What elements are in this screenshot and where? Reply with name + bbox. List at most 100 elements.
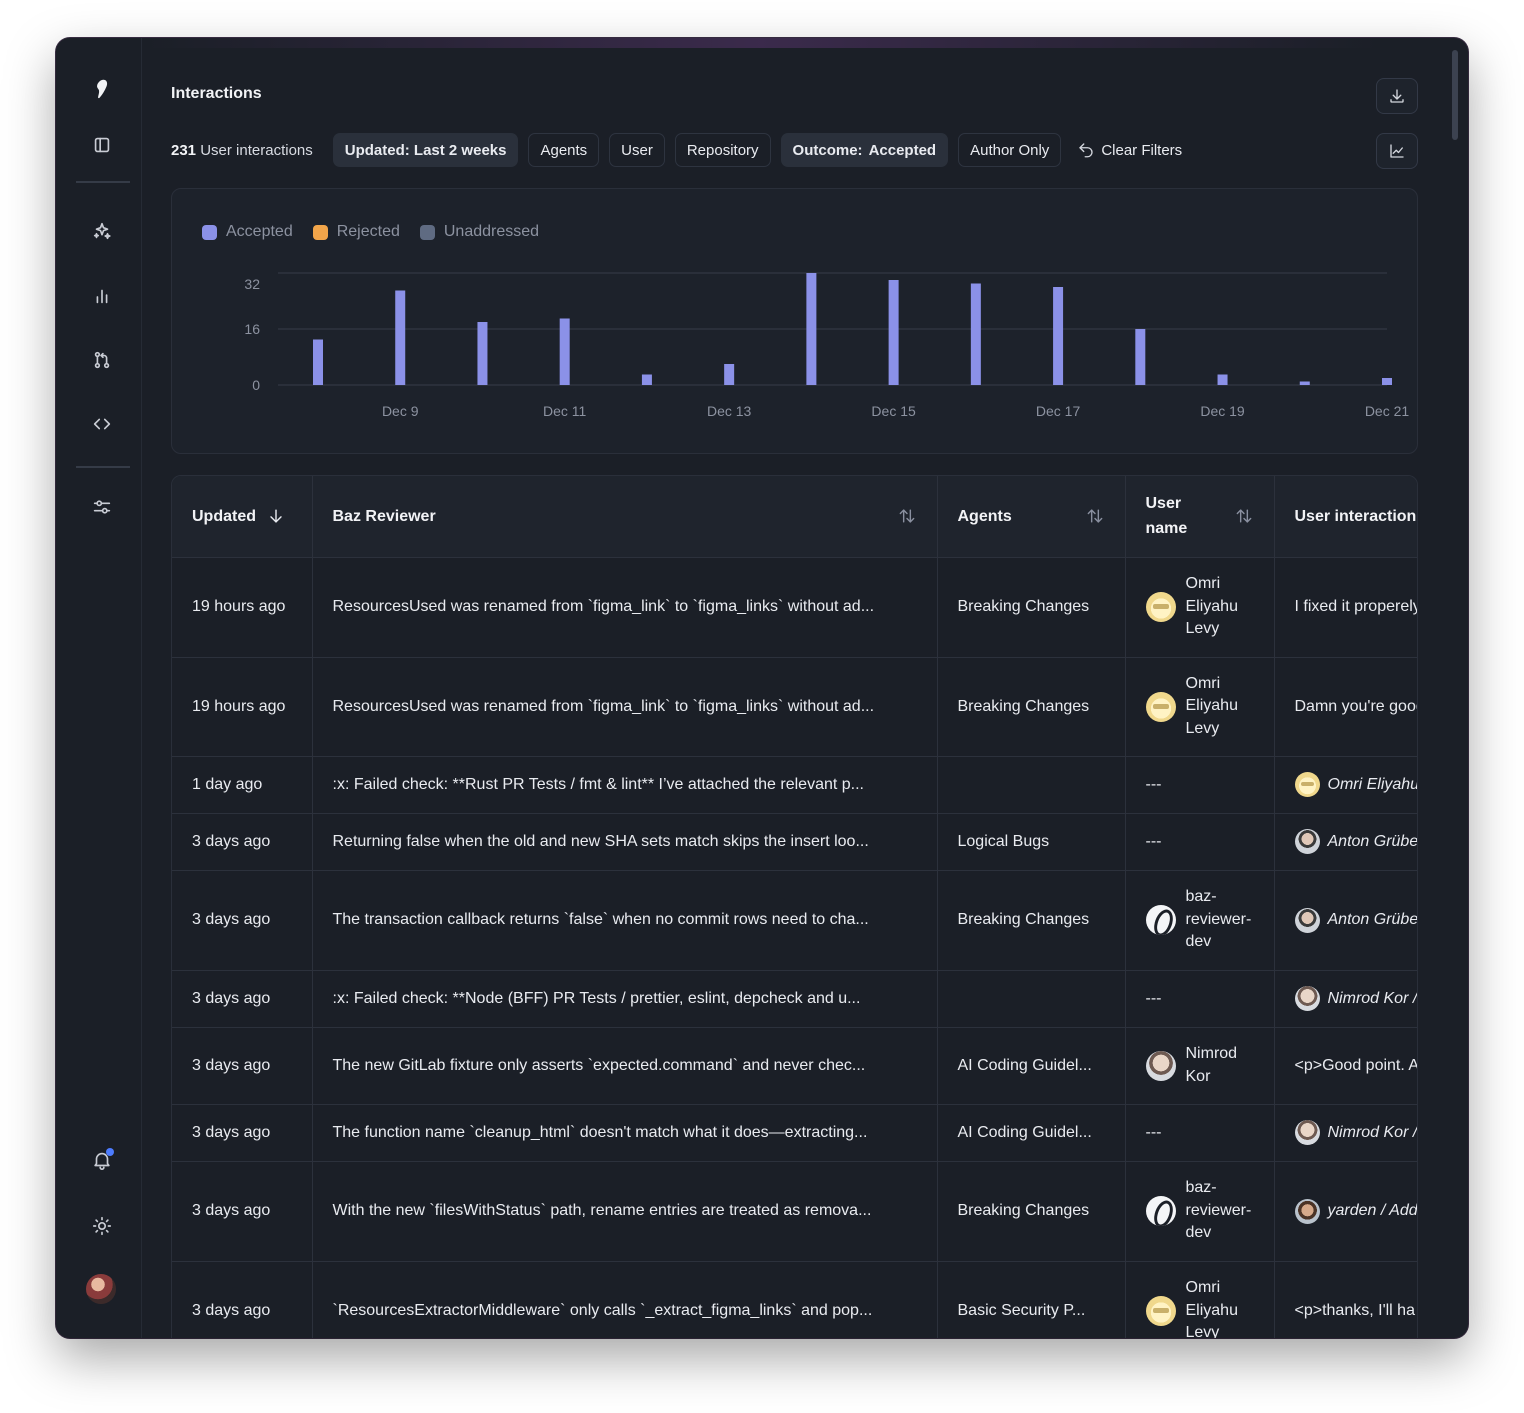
cell-user-name: baz-reviewer-dev [1125, 1161, 1275, 1262]
pull-request-icon[interactable] [84, 342, 120, 378]
cell-user-interaction[interactable]: I fixed it properely [1274, 557, 1417, 658]
download-button[interactable] [1376, 78, 1418, 114]
avatar [1145, 1296, 1176, 1326]
scrollbar[interactable] [1452, 50, 1458, 140]
bar-dec-10[interactable] [477, 322, 488, 385]
cell-agent: AI Coding Guidel... [937, 1027, 1126, 1105]
cell-updated: 1 day ago [172, 756, 313, 814]
cell-agent: Breaking Changes [937, 870, 1126, 971]
cell-agent [937, 756, 1126, 814]
bar-dec-16[interactable] [970, 283, 981, 386]
bar-dec-14[interactable] [806, 273, 817, 385]
cell-reviewer-comment[interactable]: :x: Failed check: **Node (BFF) PR Tests … [312, 970, 938, 1028]
cell-user-interaction[interactable]: yarden / Add [1274, 1161, 1417, 1262]
bar-dec-21[interactable] [1382, 378, 1392, 385]
updated-filter-chip[interactable]: Updated: Last 2 weeks [332, 133, 519, 167]
table-row[interactable]: 3 days ago The function name `cleanup_htm… [172, 1104, 1417, 1162]
interaction-author: Omri Eliyahu [1294, 772, 1418, 797]
x-tick-label: Dec 13 [707, 403, 752, 419]
cell-user-name: Omri Eliyahu Levy [1125, 557, 1275, 658]
y-tick-label: 0 [252, 377, 260, 393]
cell-user-interaction[interactable]: Damn you're good [1274, 657, 1417, 757]
bar-dec-17[interactable] [1053, 287, 1064, 385]
logo-icon[interactable] [84, 71, 120, 107]
table-row[interactable]: 3 days ago:x: Failed check: **Node (BFF)… [172, 970, 1418, 1028]
clear-filters-button[interactable]: Clear Filters [1071, 141, 1188, 159]
user-avatar[interactable] [86, 1274, 116, 1304]
column-header-user-name[interactable]: User name [1125, 476, 1275, 558]
column-header-label: Baz Reviewer [332, 507, 436, 525]
bar-dec-19[interactable] [1217, 374, 1228, 386]
column-header-updated[interactable]: Updated [172, 476, 313, 558]
bar-chart-icon[interactable] [84, 278, 120, 314]
outcome-filter-value: Accepted [868, 141, 937, 159]
table-row[interactable]: 19 hours ago ResourcesUsed was renamed fr… [172, 657, 1417, 757]
bar-dec-18[interactable] [1135, 329, 1146, 385]
cell-reviewer-comment[interactable]: Returning false when the old and new SHA… [312, 813, 938, 871]
table-row[interactable]: 3 days ago `ResourcesExtractorMiddleware`… [172, 1261, 1417, 1338]
download-icon [1390, 89, 1404, 103]
outcome-filter-chip[interactable]: Outcome: Accepted [780, 133, 949, 167]
bar-dec-9[interactable] [395, 290, 406, 386]
cell-user-interaction[interactable]: Nimrod Kor / [1274, 970, 1418, 1028]
cell-reviewer-comment[interactable]: The transaction callback returns `false`… [312, 870, 938, 971]
chart-toggle-button[interactable] [1376, 133, 1418, 169]
cell-agent: Basic Security P... [937, 1261, 1126, 1338]
column-header-baz-reviewer[interactable]: Baz Reviewer [312, 476, 938, 558]
bar-dec-15[interactable] [888, 280, 899, 385]
interaction-author-text: Nimrod Kor / [1327, 989, 1418, 1007]
bar-dec-13[interactable] [724, 364, 735, 385]
cell-user-interaction[interactable]: Omri Eliyahu [1274, 756, 1418, 814]
table-row[interactable]: 3 days ago Returning false when the old a… [172, 813, 1417, 871]
cell-user-interaction[interactable]: <p>thanks, I'll ha [1274, 1261, 1417, 1338]
cell-reviewer-comment[interactable]: :x: Failed check: **Rust PR Tests / fmt … [312, 756, 938, 814]
y-tick-label: 16 [244, 321, 260, 337]
bar-dec-11[interactable] [559, 318, 570, 386]
user-filter-chip[interactable]: User [609, 133, 665, 167]
avatar [1145, 1196, 1176, 1226]
cell-agent: Breaking Changes [937, 557, 1126, 658]
cell-reviewer-comment[interactable]: The function name `cleanup_html` doesn't… [312, 1104, 938, 1162]
table-row[interactable]: 19 hours ago ResourcesUsed was renamed fr… [172, 557, 1417, 658]
cell-user-name: baz-reviewer-dev [1125, 870, 1275, 971]
avatar [1294, 1198, 1320, 1224]
table-row[interactable]: 3 days ago The transaction callback retur… [172, 870, 1417, 971]
main-content: Interactions 231 User interactions Updat… [171, 38, 1418, 1338]
column-header-user-interaction[interactable]: User interaction [1274, 476, 1417, 558]
author-only-chip[interactable]: Author Only [958, 133, 1062, 167]
cell-reviewer-comment[interactable]: ResourcesUsed was renamed from `figma_li… [312, 657, 938, 757]
table-row[interactable]: 3 days ago With the new `filesWithStatus`… [172, 1161, 1417, 1262]
interaction-author-text: Omri Eliyahu [1327, 775, 1418, 793]
bar-dec-20[interactable] [1299, 381, 1310, 386]
cell-user-name: Nimrod Kor [1125, 1027, 1275, 1105]
agents-filter-chip[interactable]: Agents [528, 133, 600, 167]
cell-agent: Logical Bugs [937, 813, 1126, 871]
cell-user-interaction[interactable]: Anton Grübel [1274, 870, 1417, 971]
cell-reviewer-comment[interactable]: `ResourcesExtractorMiddleware` only call… [312, 1261, 938, 1338]
arrow-down-icon [270, 509, 282, 523]
repository-filter-chip[interactable]: Repository [674, 133, 771, 167]
bell-icon[interactable] [84, 1142, 120, 1178]
table-row[interactable]: 1 day ago:x: Failed check: **Rust PR Tes… [172, 756, 1418, 814]
cell-user-interaction[interactable]: <p>Good point. A [1274, 1027, 1417, 1105]
column-header-agents[interactable]: Agents [937, 476, 1126, 558]
bar-dec-8[interactable] [313, 339, 323, 386]
notification-dot [106, 1148, 114, 1156]
cell-reviewer-comment[interactable]: ResourcesUsed was renamed from `figma_li… [312, 557, 938, 658]
avatar [1145, 592, 1176, 622]
sun-icon[interactable] [84, 1208, 120, 1244]
settings-sliders-icon[interactable] [84, 489, 120, 525]
user-name-text: Omri Eliyahu Levy [1185, 575, 1238, 638]
clear-filters-label: Clear Filters [1101, 141, 1183, 159]
table-row[interactable]: 3 days ago The new GitLab fixture only as… [172, 1027, 1417, 1105]
cell-reviewer-comment[interactable]: The new GitLab fixture only asserts `exp… [312, 1027, 938, 1105]
code-icon[interactable] [84, 406, 120, 442]
cell-user-interaction[interactable]: Anton Grübel [1274, 813, 1417, 871]
user-chip: Nimrod Kor [1145, 1043, 1254, 1088]
sidebar [56, 38, 142, 1338]
cell-user-interaction[interactable]: Nimrod Kor / [1274, 1104, 1417, 1162]
cell-reviewer-comment[interactable]: With the new `filesWithStatus` path, ren… [312, 1161, 938, 1262]
bar-dec-12[interactable] [641, 374, 652, 386]
sparkles-icon[interactable] [84, 213, 120, 249]
panel-toggle-icon[interactable] [84, 127, 120, 163]
